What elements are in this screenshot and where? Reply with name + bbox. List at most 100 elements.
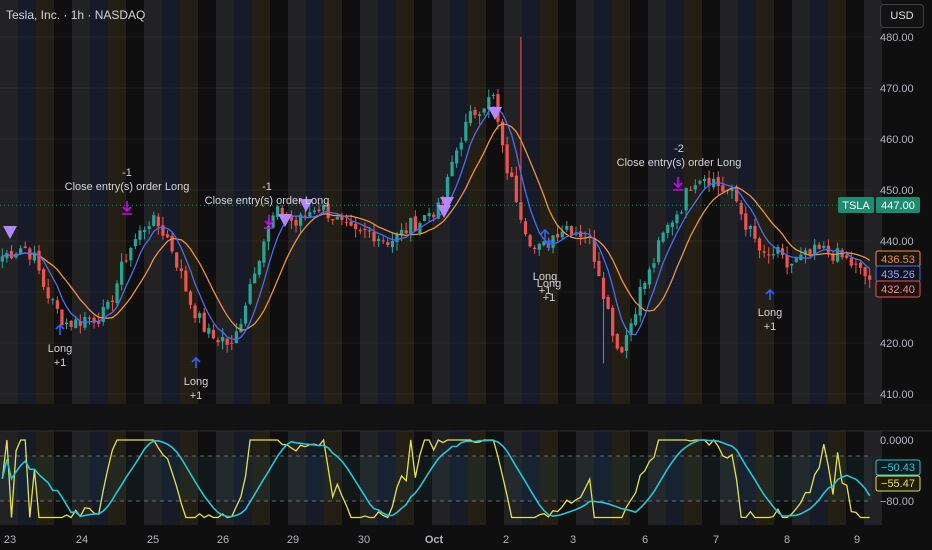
candle-body — [459, 142, 463, 150]
candle-body — [422, 215, 427, 222]
long-entry-1-label: Long — [48, 343, 72, 355]
close-entry-2-qty: -1 — [262, 181, 272, 193]
candle-body — [551, 235, 555, 248]
candle-body — [377, 238, 381, 242]
time-label: 3 — [570, 534, 576, 546]
candle-body — [409, 217, 413, 235]
candle-body — [473, 110, 477, 115]
candle-body — [243, 305, 248, 324]
candle-body — [854, 263, 858, 265]
candle-body — [193, 305, 197, 319]
badge-osc-slow-value: −50.43 — [881, 462, 915, 474]
badge-last-close-value: 432.40 — [881, 284, 915, 296]
candle-body — [601, 277, 606, 299]
candle-body — [661, 232, 665, 242]
candle-body — [505, 144, 509, 174]
candle-body — [822, 245, 826, 248]
candle-body — [386, 242, 390, 246]
candle-body — [432, 214, 436, 218]
time-label: Oct — [425, 534, 444, 546]
candle-body — [294, 219, 298, 226]
candle-body — [188, 291, 193, 305]
candle-body — [367, 230, 372, 232]
candle-body — [656, 240, 661, 263]
time-label: 6 — [642, 534, 648, 546]
candle-body — [179, 268, 183, 272]
candle-body — [597, 260, 601, 277]
candle-body — [358, 230, 362, 232]
candle-body — [312, 210, 316, 213]
candle-body — [253, 273, 257, 284]
candle-body — [248, 284, 252, 304]
candle-body — [280, 207, 284, 215]
long-entry-5-qty: +1 — [764, 321, 777, 333]
badge-sma-slow-value: 436.53 — [881, 254, 915, 266]
candle-body — [578, 231, 583, 237]
candle-body — [767, 254, 771, 256]
long-entry-4-qty: +1 — [543, 292, 556, 304]
candle-body — [666, 224, 670, 234]
candle-body — [528, 235, 532, 247]
candle-body — [239, 324, 243, 333]
candle-body — [790, 263, 794, 266]
candle-body — [211, 330, 216, 339]
price-tick-label: 470.00 — [880, 83, 914, 95]
time-label: 8 — [784, 534, 790, 546]
long-entry-1-qty: +1 — [54, 357, 67, 369]
candle-body — [785, 255, 789, 268]
candle-body — [533, 247, 537, 250]
candle-body — [404, 230, 408, 234]
long-entry-2-label: Long — [184, 376, 208, 388]
candle-body — [184, 270, 188, 292]
badge-sma-fast-value: 435.26 — [881, 269, 915, 281]
candle-body — [23, 246, 27, 248]
candle-body — [64, 322, 69, 325]
candle-body — [748, 225, 752, 229]
currency-button[interactable]: USD — [880, 4, 924, 28]
candle-body — [142, 230, 147, 232]
candle-body — [450, 161, 454, 177]
candle-body — [115, 283, 119, 303]
candle-body — [849, 258, 853, 266]
candle-body — [0, 256, 4, 262]
candle-body — [69, 320, 73, 327]
badge-osc-fast-value: −55.47 — [881, 478, 915, 490]
chart-canvas[interactable]: 480.00470.00460.00450.00440.00430.00420.… — [0, 0, 932, 550]
osc-tick-label: 0.0000 — [880, 435, 914, 447]
candle-body — [455, 150, 459, 164]
candle-body — [198, 313, 202, 318]
candle-body — [129, 247, 133, 261]
candle-body — [510, 172, 514, 177]
candle-body — [216, 340, 220, 343]
candle-body — [514, 175, 518, 203]
candle-body — [202, 312, 206, 332]
candle-body — [87, 317, 92, 319]
candle-body — [675, 214, 679, 224]
candle-body — [165, 234, 170, 238]
candle-body — [620, 347, 624, 353]
chart-area[interactable]: 480.00470.00460.00450.00440.00430.00420.… — [0, 0, 932, 550]
candle-body — [110, 300, 115, 303]
candle-body — [74, 319, 78, 329]
candle-body — [702, 178, 707, 182]
candle-body — [693, 185, 697, 190]
candle-body — [9, 251, 14, 259]
candle-body — [808, 249, 812, 255]
price-tick-label: 420.00 — [880, 338, 914, 350]
candle-body — [643, 282, 647, 289]
candle-body — [207, 327, 211, 334]
close-entry-1-qty: -1 — [122, 167, 132, 179]
candle-body — [381, 240, 385, 242]
candle-body — [689, 189, 693, 191]
price-tick-label: 460.00 — [880, 134, 914, 146]
symbol-title[interactable]: Tesla, Inc. · 1h · NASDAQ — [6, 8, 145, 22]
candle-body — [753, 225, 757, 239]
candle-body — [156, 216, 160, 227]
close-entry-3-qty: -2 — [674, 143, 684, 155]
price-tick-label: 480.00 — [880, 32, 914, 44]
candle-body — [51, 299, 55, 301]
candle-body — [19, 248, 23, 254]
time-label: 26 — [217, 534, 229, 546]
candle-body — [349, 221, 353, 226]
time-label: 25 — [147, 534, 159, 546]
